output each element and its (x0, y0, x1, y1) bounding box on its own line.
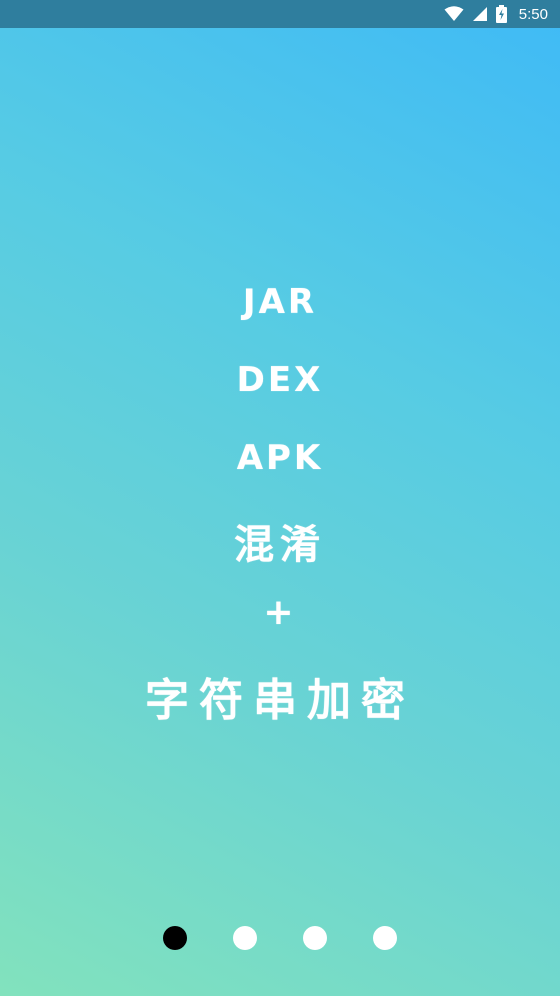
status-time: 5:50 (518, 5, 548, 23)
page-dot-4[interactable] (373, 926, 397, 950)
onboarding-screen[interactable]: 5:50 JAR DEX APK 混淆 + 字符串加密 (0, 0, 560, 996)
slide-line-plus: + (263, 592, 297, 633)
slide-line-jar: JAR (242, 282, 318, 322)
signal-icon (472, 6, 488, 22)
slide-line-string-encryption: 字符串加密 (145, 675, 415, 726)
wifi-icon (444, 6, 464, 22)
status-bar: 5:50 (0, 0, 560, 28)
page-dot-2[interactable] (233, 926, 257, 950)
page-dot-1[interactable] (163, 926, 187, 950)
slide-line-apk: APK (236, 438, 324, 478)
page-dot-3[interactable] (303, 926, 327, 950)
slide-line-obfuscation: 混淆 (234, 522, 326, 568)
page-indicator (0, 926, 560, 950)
slide-line-dex: DEX (236, 360, 324, 400)
battery-charging-icon (495, 5, 507, 23)
